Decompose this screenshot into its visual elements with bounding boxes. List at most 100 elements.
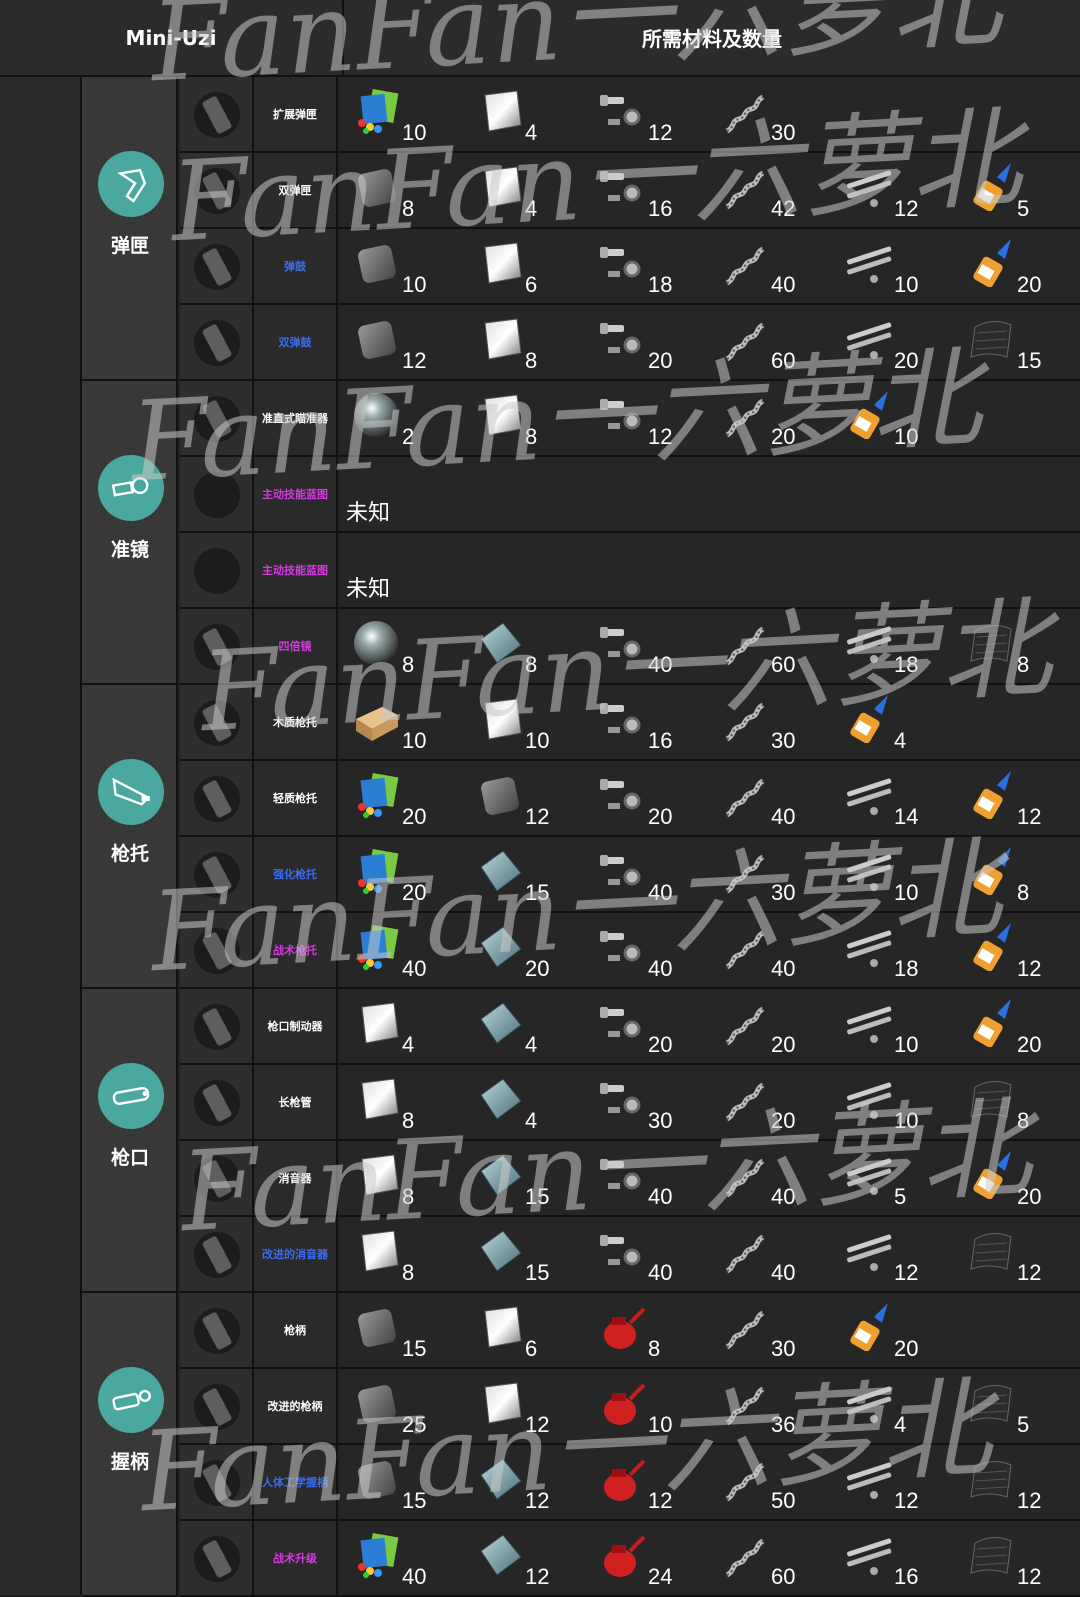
material-carbon: 8 bbox=[955, 609, 1078, 683]
table-row: 轻质枪托 20 12 20 40 14 12 bbox=[180, 761, 1080, 837]
material-quantity: 40 bbox=[648, 1184, 673, 1209]
material-bolts: 40 bbox=[586, 1217, 709, 1291]
material-spring: 20 bbox=[709, 1065, 832, 1139]
material-bolts: 40 bbox=[586, 609, 709, 683]
part-name: 枪口制动器 bbox=[254, 989, 338, 1063]
material-quantity: 5 bbox=[894, 1184, 907, 1209]
material-parts: 40 bbox=[340, 913, 463, 987]
muzzle-icon bbox=[98, 1063, 164, 1129]
material-quantity: 40 bbox=[648, 956, 673, 981]
part-name: 长枪管 bbox=[254, 1065, 338, 1139]
material-glass: 12 bbox=[463, 1521, 586, 1595]
table-row: 四倍镜 8 8 40 60 18 8 bbox=[180, 609, 1080, 685]
material-steel: 8 bbox=[340, 1217, 463, 1291]
material-spring: 50 bbox=[709, 1445, 832, 1519]
material-quantity: 4 bbox=[525, 1032, 538, 1057]
table-row: 战术枪托 40 20 40 40 18 12 bbox=[180, 913, 1080, 989]
material-steel: 6 bbox=[463, 1293, 586, 1367]
material-glass: 12 bbox=[463, 1445, 586, 1519]
category-3: 枪口 bbox=[82, 989, 178, 1293]
material-bolts: 40 bbox=[586, 913, 709, 987]
material-tubes: 4 bbox=[832, 1369, 955, 1443]
material-quantity: 20 bbox=[771, 424, 796, 449]
material-quantity: 12 bbox=[525, 1564, 550, 1589]
table-row: 改进的消音器 8 15 40 40 12 12 bbox=[180, 1217, 1080, 1293]
material-steel: 4 bbox=[340, 989, 463, 1063]
material-quantity: 16 bbox=[648, 728, 673, 753]
material-tubes: 20 bbox=[832, 305, 955, 379]
material-tubes: 12 bbox=[832, 1445, 955, 1519]
material-tubes: 14 bbox=[832, 761, 955, 835]
material-tubes: 10 bbox=[832, 989, 955, 1063]
materials-title: 所需材料及数量 bbox=[344, 0, 1080, 77]
materials-cell: 8 4 30 20 10 8 bbox=[340, 1065, 1080, 1139]
material-quantity: 4 bbox=[402, 1032, 415, 1057]
material-quantity: 8 bbox=[402, 1108, 415, 1133]
material-quantity: 12 bbox=[894, 1260, 919, 1285]
material-quantity: 4 bbox=[525, 120, 538, 145]
material-spring: 60 bbox=[709, 1521, 832, 1595]
part-icon bbox=[180, 229, 254, 303]
material-quantity: 30 bbox=[771, 1336, 796, 1361]
material-spring: 42 bbox=[709, 153, 832, 227]
material-quantity: 10 bbox=[894, 272, 919, 297]
material-spring: 60 bbox=[709, 305, 832, 379]
materials-cell: 10 10 16 30 4 bbox=[340, 685, 1080, 759]
material-quantity: 20 bbox=[1017, 1032, 1042, 1057]
category-name: 枪托 bbox=[110, 843, 149, 865]
material-quantity: 30 bbox=[771, 120, 796, 145]
material-quantity: 12 bbox=[525, 1488, 550, 1513]
material-quantity: 15 bbox=[1017, 348, 1042, 373]
part-name: 战术升级 bbox=[254, 1521, 338, 1595]
material-bolts: 12 bbox=[586, 77, 709, 151]
material-bolts: 20 bbox=[586, 761, 709, 835]
material-steel: 6 bbox=[463, 229, 586, 303]
material-quantity: 10 bbox=[402, 728, 427, 753]
material-quantity: 5 bbox=[1017, 196, 1030, 221]
material-glass: 8 bbox=[463, 609, 586, 683]
material-quantity: 50 bbox=[771, 1488, 796, 1513]
material-parts: 20 bbox=[340, 761, 463, 835]
material-quantity: 8 bbox=[1017, 1108, 1030, 1133]
material-steel: 4 bbox=[463, 77, 586, 151]
table-row: 双弹匣 8 4 16 42 12 5 bbox=[180, 153, 1080, 229]
material-bolts: 40 bbox=[586, 1141, 709, 1215]
stock-icon bbox=[98, 759, 164, 825]
material-quantity: 10 bbox=[894, 424, 919, 449]
material-quantity: 10 bbox=[525, 728, 550, 753]
table-row: 弹鼓 10 6 18 40 10 20 bbox=[180, 229, 1080, 305]
materials-cell: 40 20 40 40 18 12 bbox=[340, 913, 1080, 987]
table-row: 战术升级 40 12 24 60 16 12 bbox=[180, 1521, 1080, 1597]
material-iron: 8 bbox=[340, 153, 463, 227]
part-name: 战术枪托 bbox=[254, 913, 338, 987]
material-quantity: 12 bbox=[648, 1488, 673, 1513]
material-iron: 25 bbox=[340, 1369, 463, 1443]
material-spring: 20 bbox=[709, 381, 832, 455]
material-quantity: 12 bbox=[525, 1412, 550, 1437]
material-glass: 20 bbox=[463, 913, 586, 987]
material-quantity: 15 bbox=[402, 1336, 427, 1361]
table-row: 人体工学握柄 15 12 12 50 12 12 bbox=[180, 1445, 1080, 1521]
part-icon bbox=[180, 1141, 254, 1215]
material-glass: 4 bbox=[463, 989, 586, 1063]
material-iron: 15 bbox=[340, 1293, 463, 1367]
material-quantity: 40 bbox=[648, 880, 673, 905]
material-steel: 4 bbox=[463, 153, 586, 227]
material-quantity: 40 bbox=[771, 956, 796, 981]
category-4: 握柄 bbox=[82, 1293, 178, 1597]
part-icon bbox=[180, 761, 254, 835]
material-tubes: 10 bbox=[832, 837, 955, 911]
material-iron: 12 bbox=[340, 305, 463, 379]
material-quantity: 12 bbox=[894, 1488, 919, 1513]
grip-icon bbox=[98, 1367, 164, 1433]
table-row: 改进的枪柄 25 12 10 36 4 5 bbox=[180, 1369, 1080, 1445]
materials-cell: 20 15 40 30 10 8 bbox=[340, 837, 1080, 911]
material-quantity: 40 bbox=[771, 1184, 796, 1209]
material-quantity: 12 bbox=[894, 196, 919, 221]
material-quantity: 2 bbox=[402, 424, 415, 449]
material-lens: 8 bbox=[340, 609, 463, 683]
part-name: 强化枪托 bbox=[254, 837, 338, 911]
materials-cell: 未知 bbox=[340, 457, 1080, 531]
material-quantity: 4 bbox=[894, 1412, 907, 1437]
material-quantity: 20 bbox=[648, 804, 673, 829]
